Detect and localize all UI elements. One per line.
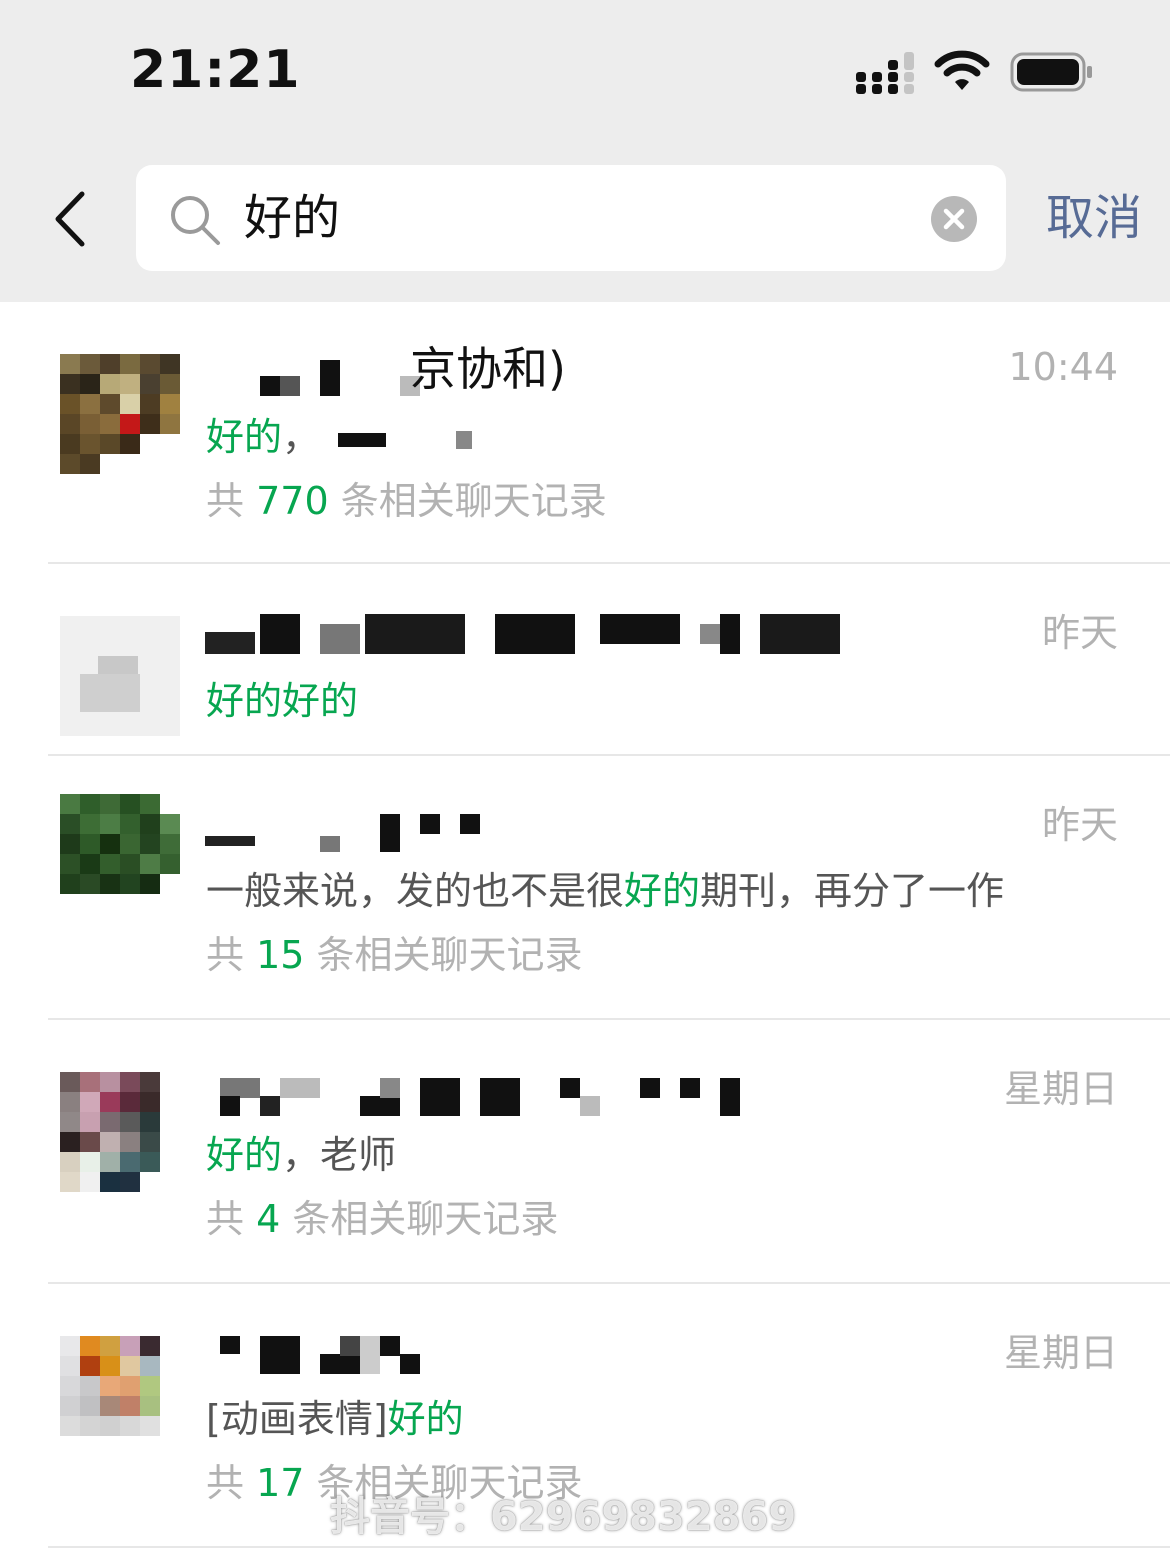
message-snippet: 好的好的: [206, 678, 358, 724]
avatar: [60, 616, 180, 736]
battery-icon: [1010, 52, 1092, 92]
list-item[interactable]: 昨天 好的好的: [0, 564, 1170, 754]
list-item[interactable]: 昨天 一般来说，发的也不是很好的期刊，再分了一作 共 15 条相关聊天记录: [0, 756, 1170, 1018]
count-suffix: 条相关聊天记录: [280, 1197, 559, 1241]
signal-icon: [856, 52, 914, 94]
snippet-text: ，老师: [282, 1133, 397, 1177]
redaction-block: [456, 430, 473, 449]
message-snippet: 一般来说，发的也不是很好的期刊，再分了一作: [206, 868, 1004, 914]
contact-name-redacted: [205, 360, 420, 408]
count-suffix: 条相关聊天记录: [328, 479, 607, 523]
contact-name-redacted: [205, 814, 485, 862]
snippet-highlight: 好的好的: [206, 679, 359, 723]
count-number: 17: [256, 1461, 305, 1505]
count-prefix: 共: [206, 1197, 257, 1241]
count-number: 770: [256, 479, 329, 523]
cancel-button[interactable]: 取消: [1046, 190, 1142, 246]
watermark: 抖音号：62969832869: [330, 1494, 797, 1540]
snippet-highlight: 好的: [206, 1133, 283, 1177]
snippet-text: ，: [282, 415, 321, 459]
count-suffix: 条相关聊天记录: [304, 933, 583, 977]
timestamp: 星期日: [1003, 1067, 1118, 1111]
snippet-text: [动画表情]: [206, 1397, 388, 1441]
snippet-highlight: 好的: [206, 415, 283, 459]
timestamp: 昨天: [1041, 611, 1118, 655]
search-query[interactable]: 好的: [244, 190, 340, 246]
wifi-icon: [934, 50, 990, 90]
header: 21:21 好的 取消: [0, 0, 1170, 302]
count-number: 4: [256, 1197, 281, 1241]
avatar: [60, 1072, 180, 1192]
snippet-text: 期刊，再分了一作: [700, 869, 1005, 913]
list-item[interactable]: 星期日 好的，老师 共 4 条相关聊天记录: [0, 1020, 1170, 1282]
clear-icon[interactable]: [930, 195, 978, 243]
contact-name-redacted: [205, 614, 865, 662]
count-number: 15: [256, 933, 305, 977]
message-snippet: 好的，: [206, 414, 473, 460]
back-chevron-icon[interactable]: [40, 184, 100, 254]
search-input[interactable]: 好的: [136, 165, 1006, 271]
avatar: [60, 354, 180, 474]
status-time: 21:21: [130, 40, 301, 100]
snippet-highlight: 好的: [387, 1397, 464, 1441]
search-results-list: 京协和) 10:44 好的， 共 770 条相关聊天记录 昨天 好的好的 昨天 …: [0, 302, 1170, 1562]
search-icon: [171, 196, 220, 245]
contact-name-redacted: [205, 1336, 425, 1384]
contact-name-redacted: [205, 1078, 765, 1126]
related-count: 共 15 条相关聊天记录: [206, 932, 583, 978]
count-prefix: 共: [206, 479, 257, 523]
snippet-highlight: 好的: [624, 869, 701, 913]
related-count: 共 770 条相关聊天记录: [206, 478, 607, 524]
message-snippet: 好的，老师: [206, 1132, 396, 1178]
snippet-text: 一般来说，发的也不是很: [206, 869, 625, 913]
timestamp: 10:44: [1008, 345, 1118, 389]
timestamp: 星期日: [1003, 1331, 1118, 1375]
avatar: [60, 794, 180, 914]
list-item[interactable]: 京协和) 10:44 好的， 共 770 条相关聊天记录: [0, 302, 1170, 564]
timestamp: 昨天: [1041, 803, 1118, 847]
contact-name: 京协和): [410, 342, 566, 396]
divider: [48, 1546, 1170, 1548]
related-count: 共 4 条相关聊天记录: [206, 1196, 558, 1242]
redaction-block: [338, 432, 387, 447]
count-prefix: 共: [206, 1461, 257, 1505]
avatar: [60, 1336, 180, 1456]
count-prefix: 共: [206, 933, 257, 977]
message-snippet: [动画表情]好的: [206, 1396, 464, 1442]
